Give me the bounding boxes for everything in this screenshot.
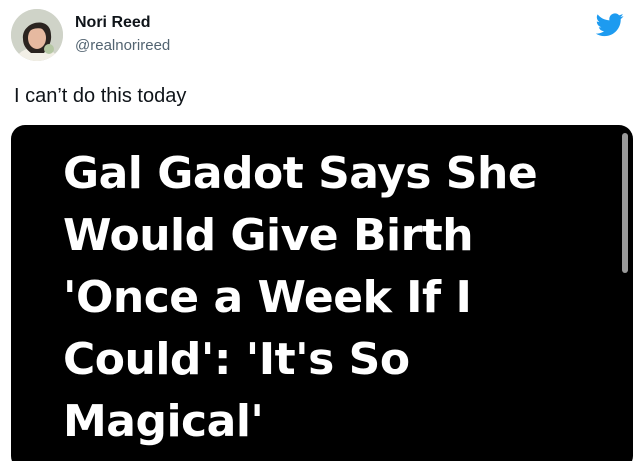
avatar[interactable] [11, 9, 63, 61]
tweet-media-image[interactable]: Gal Gadot Says She Would Give Birth 'Onc… [11, 125, 633, 461]
author-handle[interactable]: @realnorireed [75, 36, 170, 56]
twitter-bird-icon[interactable] [595, 13, 624, 37]
user-avatar-icon [11, 9, 63, 61]
author-display-name[interactable]: Nori Reed [75, 13, 151, 33]
media-scrollbar[interactable] [622, 133, 628, 273]
media-headline: Gal Gadot Says She Would Give Birth 'Onc… [63, 148, 538, 447]
tweet-text: I can’t do this today [14, 85, 187, 107]
